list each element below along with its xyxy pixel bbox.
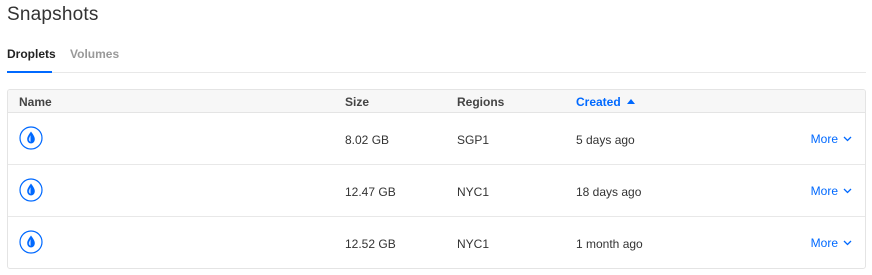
more-menu-button[interactable]: More — [811, 236, 852, 250]
tab-volumes[interactable]: Volumes — [70, 47, 119, 73]
chevron-down-icon — [843, 136, 852, 142]
snapshot-size: 8.02 GB — [345, 133, 390, 147]
more-menu-button[interactable]: More — [811, 184, 852, 198]
column-header-created-label: Created — [576, 95, 621, 109]
table-row: 12.52 GB NYC1 1 month ago More — [8, 217, 865, 268]
table-header: Name Size Regions Created — [8, 90, 865, 113]
column-header-created[interactable]: Created — [576, 95, 635, 109]
column-header-size[interactable]: Size — [345, 95, 369, 109]
page-title: Snapshots — [7, 4, 99, 25]
snapshot-created: 18 days ago — [576, 185, 642, 199]
chevron-down-icon — [843, 188, 852, 194]
more-label: More — [810, 236, 838, 250]
table-row: 8.02 GB SGP1 5 days ago More — [8, 113, 865, 165]
snapshot-size: 12.52 GB — [345, 237, 396, 251]
snapshot-region: SGP1 — [457, 133, 490, 147]
column-header-name[interactable]: Name — [19, 95, 52, 109]
tab-droplets[interactable]: Droplets — [7, 47, 56, 73]
snapshots-page: Snapshots Droplets Volumes Name Size Reg… — [0, 0, 872, 275]
snapshot-created: 1 month ago — [576, 237, 643, 251]
more-label: More — [810, 132, 838, 146]
more-label: More — [810, 184, 838, 198]
snapshots-table: Name Size Regions Created 8.02 GB SGP1 5… — [7, 89, 866, 269]
snapshot-size: 12.47 GB — [345, 185, 396, 199]
chevron-down-icon — [843, 240, 852, 246]
droplet-icon[interactable] — [19, 178, 43, 202]
snapshot-created: 5 days ago — [576, 133, 635, 147]
column-header-regions[interactable]: Regions — [457, 95, 504, 109]
more-menu-button[interactable]: More — [811, 132, 852, 146]
droplet-icon[interactable] — [19, 126, 43, 150]
snapshot-region: NYC1 — [457, 185, 490, 199]
table-row: 12.47 GB NYC1 18 days ago More — [8, 165, 865, 217]
droplet-icon[interactable] — [19, 230, 43, 254]
sort-ascending-icon — [626, 99, 635, 104]
snapshot-tabs: Droplets Volumes — [7, 47, 866, 73]
snapshot-region: NYC1 — [457, 237, 490, 251]
